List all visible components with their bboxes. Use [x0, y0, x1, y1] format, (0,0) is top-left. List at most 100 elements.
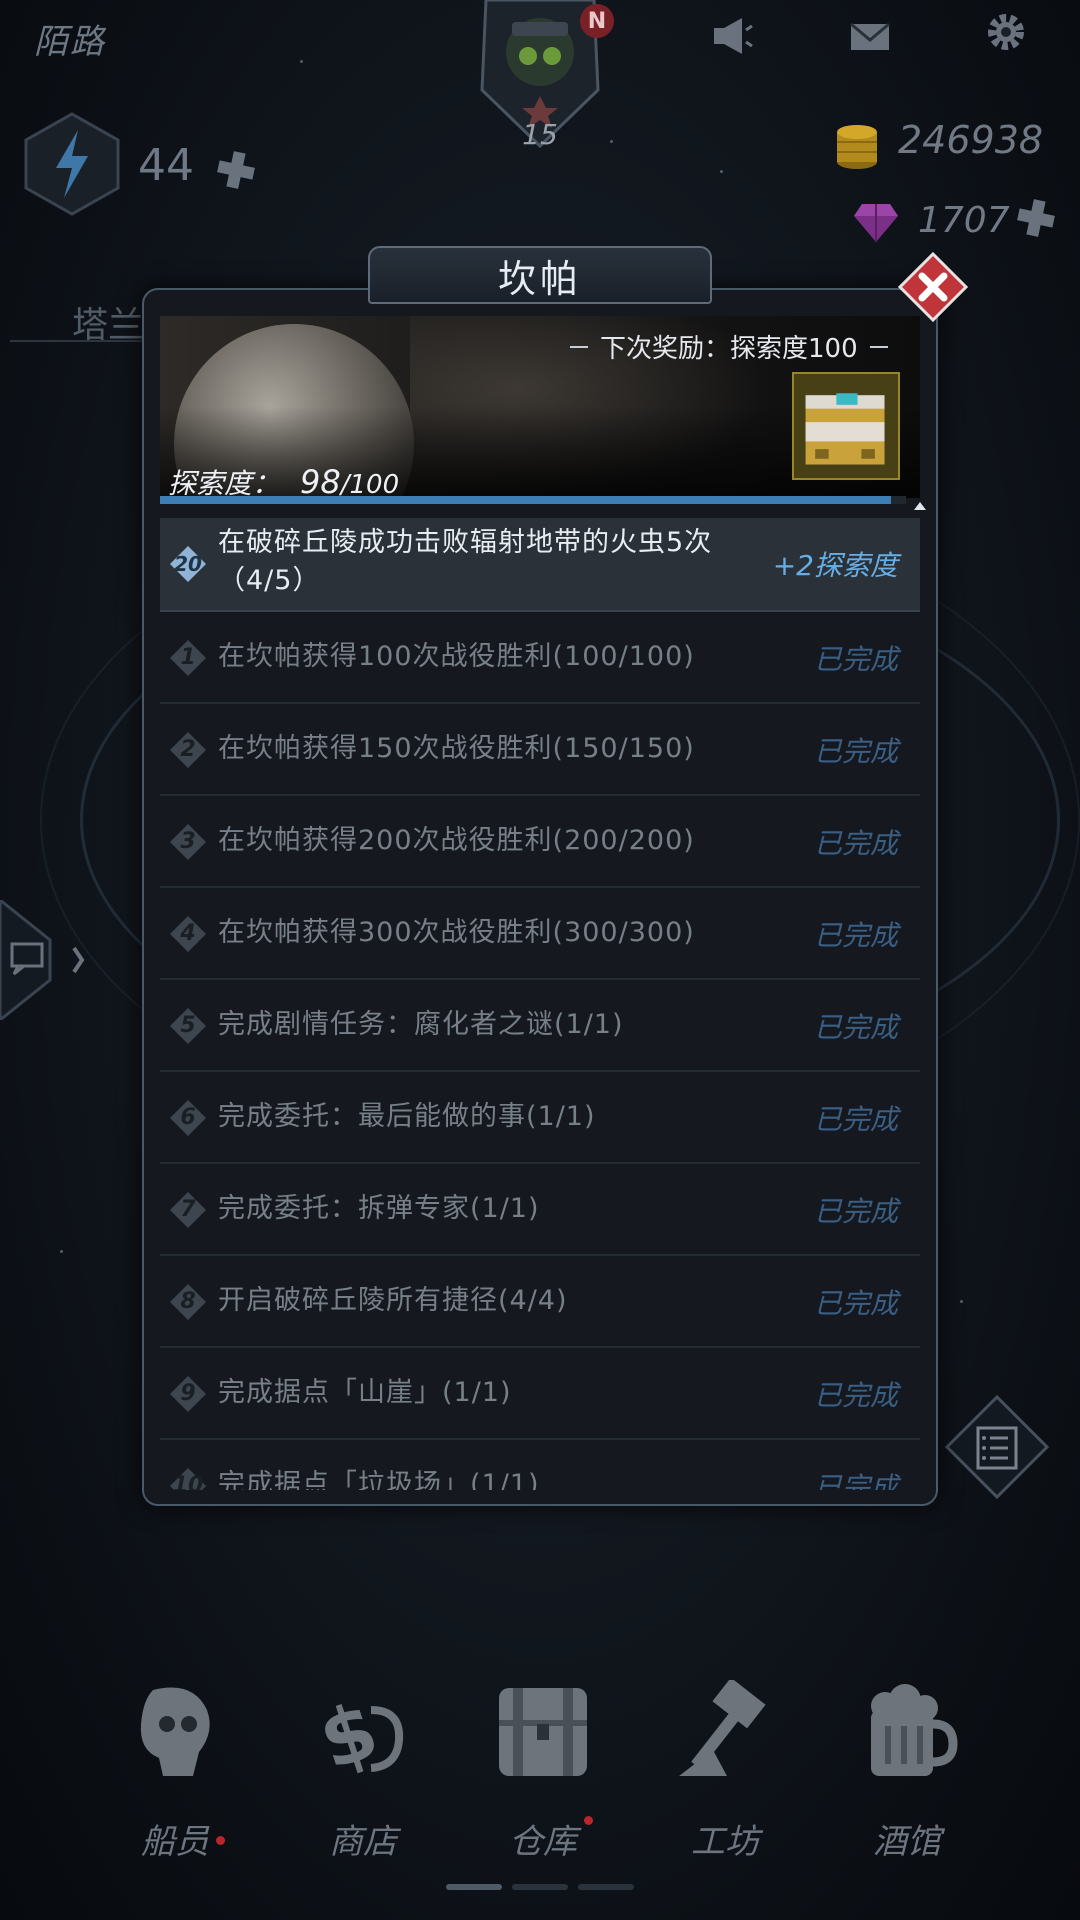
explore-progress-bar — [160, 496, 906, 504]
task-row[interactable]: 8 开启破碎丘陵所有捷径(4/4) 已完成 — [160, 1256, 920, 1348]
task-row[interactable]: 3 在坎帕获得200次战役胜利(200/200) 已完成 — [160, 796, 920, 888]
task-number: 4 — [180, 921, 196, 946]
task-number-badge: 4 — [168, 914, 208, 954]
task-number-badge: 6 — [168, 1098, 208, 1138]
gold-value: 246938 — [898, 118, 1044, 162]
task-text: 在坎帕获得150次战役胜利 — [218, 733, 553, 764]
task-text: 在坎帕获得200次战役胜利 — [218, 825, 553, 856]
task-row-current[interactable]: 20 在破碎丘陵成功击败辐射地带的火虫5次 （4/5） +2探索度 — [160, 518, 920, 612]
nav-warehouse[interactable]: 仓库 — [478, 1680, 608, 1863]
task-number: 5 — [180, 1013, 196, 1038]
task-description: 完成据点「垃圾场」(1/1) — [218, 1466, 748, 1490]
task-progress: (1/1) — [470, 1469, 540, 1490]
explore-label: 探索度： — [168, 467, 281, 498]
energy-icon — [22, 112, 122, 216]
reward-crate[interactable] — [792, 372, 900, 480]
task-list-button[interactable] — [944, 1394, 1050, 1500]
modal-title: 坎帕 — [368, 246, 712, 304]
task-text: 完成据点「垃圾场」 — [218, 1469, 470, 1490]
background-star — [720, 170, 723, 173]
next-reward-label: 下次奖励：探索度100 — [600, 334, 858, 364]
task-row[interactable]: 5 完成剧情任务：腐化者之谜(1/1) 已完成 — [160, 980, 920, 1072]
task-description: 在坎帕获得300次战役胜利(300/300) — [218, 914, 748, 952]
task-status: 已完成 — [813, 643, 898, 676]
gem-value: 1707 — [918, 200, 1010, 241]
task-row[interactable]: 7 完成委托：拆弹专家(1/1) 已完成 — [160, 1164, 920, 1256]
task-progress: (1/1) — [470, 1193, 540, 1224]
gold-coin-icon — [834, 118, 880, 170]
checklist-icon — [944, 1394, 1050, 1500]
task-number: 20 — [174, 552, 202, 576]
task-status: 已完成 — [813, 735, 898, 768]
task-number-badge: 5 — [168, 1006, 208, 1046]
task-text: 完成委托：最后能做的事 — [218, 1101, 526, 1132]
task-status: 已完成 — [813, 1103, 898, 1136]
chat-button[interactable] — [0, 898, 90, 1022]
page-indicator-active — [446, 1884, 502, 1890]
task-description: 在破碎丘陵成功击败辐射地带的火虫5次 （4/5） — [218, 524, 748, 600]
task-number-badge: 7 — [168, 1190, 208, 1230]
supply-crate-icon — [805, 393, 885, 465]
task-description: 完成委托：拆弹专家(1/1) — [218, 1190, 748, 1228]
task-number-badge: 8 — [168, 1282, 208, 1322]
task-status: 已完成 — [813, 919, 898, 952]
avatar-level: 15 — [522, 118, 558, 151]
background-star — [60, 1250, 63, 1253]
task-number-badge: 1 — [168, 638, 208, 678]
background-star — [960, 1300, 963, 1303]
close-icon — [897, 251, 969, 323]
page-indicator — [578, 1884, 634, 1890]
task-row[interactable]: 1 在坎帕获得100次战役胜利(100/100) 已完成 — [160, 612, 920, 704]
gear-icon[interactable] — [984, 10, 1028, 54]
hammer-icon — [679, 1677, 766, 1776]
crew-icon — [140, 1687, 210, 1776]
user-name[interactable]: 陌路 — [34, 14, 106, 63]
task-row[interactable]: 4 在坎帕获得300次战役胜利(300/300) 已完成 — [160, 888, 920, 980]
warehouse-chest-icon — [499, 1688, 587, 1776]
nav-shop[interactable]: $ 商店 — [298, 1680, 428, 1863]
task-number-badge: 20 — [168, 544, 208, 584]
planet-banner: 下次奖励：探索度100 探索度： 98/100 — [160, 316, 920, 498]
task-status: 已完成 — [813, 1195, 898, 1228]
task-progress: (1/1) — [526, 1101, 596, 1132]
notification-badge: N — [580, 4, 614, 38]
explore-progress-fill — [160, 496, 892, 504]
task-row[interactable]: 6 完成委托：最后能做的事(1/1) 已完成 — [160, 1072, 920, 1164]
shop-icon: $ — [309, 1685, 404, 1788]
crew-notification-dot — [216, 1836, 225, 1845]
task-text: 在破碎丘陵成功击败辐射地带的火虫5次 — [218, 527, 713, 558]
add-energy-icon[interactable] — [214, 148, 258, 192]
region-divider — [10, 340, 160, 342]
nav-shop-label: 商店 — [329, 1822, 397, 1862]
nav-tavern[interactable]: 酒馆 — [842, 1680, 972, 1863]
task-description: 完成剧情任务：腐化者之谜(1/1) — [218, 1006, 748, 1044]
task-text: 在坎帕获得300次战役胜利 — [218, 917, 553, 948]
task-row[interactable]: 9 完成据点「山崖」(1/1) 已完成 — [160, 1348, 920, 1440]
task-progress: (200/200) — [552, 825, 695, 856]
page-indicator — [512, 1884, 568, 1890]
close-button[interactable] — [897, 251, 969, 323]
task-status: 已完成 — [813, 1011, 898, 1044]
mail-icon[interactable] — [848, 14, 892, 58]
task-number-badge: 2 — [168, 730, 208, 770]
task-number: 9 — [180, 1381, 196, 1406]
task-row[interactable]: 2 在坎帕获得150次战役胜利(150/150) 已完成 — [160, 704, 920, 796]
task-status: 已完成 — [813, 1287, 898, 1320]
nav-workshop-label: 工坊 — [691, 1822, 759, 1862]
task-list[interactable]: 20 在破碎丘陵成功击败辐射地带的火虫5次 （4/5） +2探索度 1 在坎帕获得100次… — [160, 518, 920, 1490]
nav-workshop[interactable]: 工坊 — [660, 1677, 790, 1863]
task-progress: (1/1) — [442, 1377, 512, 1408]
task-progress: （4/5） — [218, 565, 321, 596]
task-number: 8 — [180, 1289, 196, 1314]
explore-progress-text: 探索度： 98/100 — [168, 462, 399, 498]
announcement-icon[interactable] — [710, 14, 754, 58]
add-gems-icon[interactable] — [1014, 196, 1058, 240]
task-status: 已完成 — [813, 827, 898, 860]
task-number: 10 — [172, 1473, 204, 1490]
background-star — [300, 60, 303, 63]
task-description: 在坎帕获得200次战役胜利(200/200) — [218, 822, 748, 860]
beer-mug-icon — [871, 1684, 958, 1776]
task-description: 开启破碎丘陵所有捷径(4/4) — [218, 1282, 748, 1320]
task-row[interactable]: 10 完成据点「垃圾场」(1/1) 已完成 — [160, 1440, 920, 1490]
task-progress: (100/100) — [552, 641, 695, 672]
